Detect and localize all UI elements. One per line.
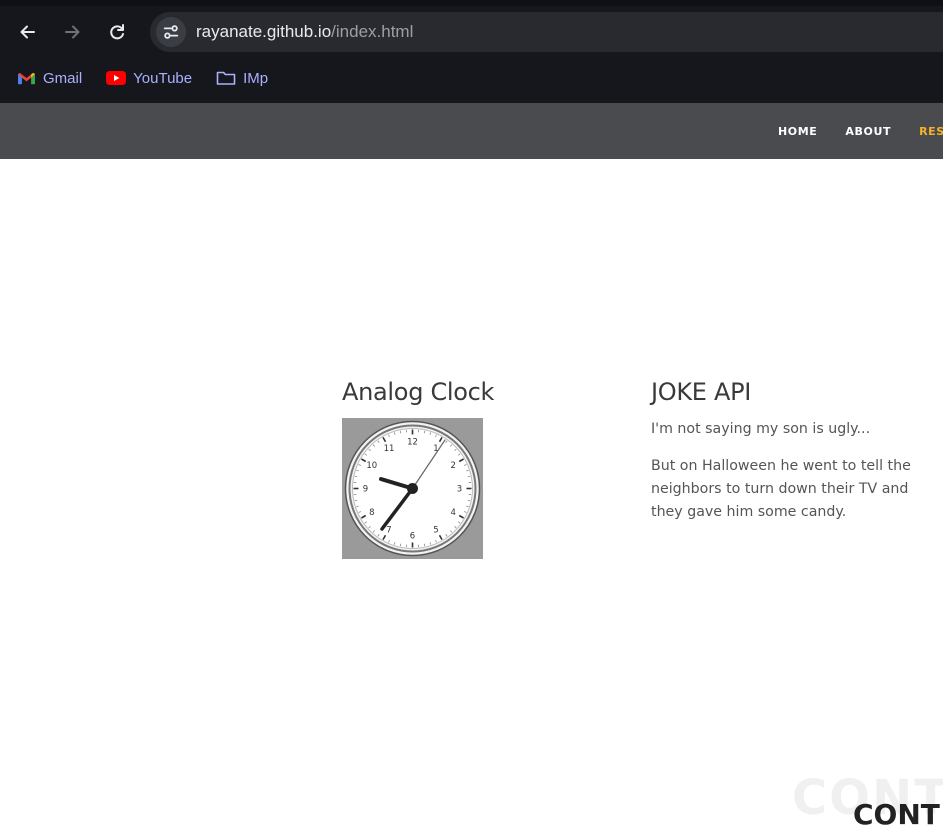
folder-icon: [216, 70, 236, 86]
bookmark-youtube[interactable]: YouTube: [106, 70, 192, 87]
bookmark-label: YouTube: [133, 70, 192, 87]
joke-punchline: But on Halloween he went to tell the nei…: [651, 455, 921, 524]
gmail-icon: [16, 70, 36, 86]
nav-links: HOME ABOUT RESU: [778, 103, 943, 159]
clock-numeral: 5: [433, 525, 438, 535]
clock-numeral: 4: [450, 508, 455, 518]
clock-numeral: 6: [410, 532, 415, 542]
youtube-icon: [106, 70, 126, 86]
clock-numeral: 12: [407, 438, 418, 448]
site-info-button[interactable]: [156, 17, 186, 47]
clock-numeral: 9: [363, 485, 368, 495]
nav-home-link[interactable]: HOME: [778, 125, 817, 138]
clock-tick: [468, 500, 470, 501]
nav-resume-link[interactable]: RESU: [919, 125, 943, 138]
forward-button[interactable]: [57, 17, 87, 47]
arrow-left-icon: [18, 22, 38, 42]
clock-title: Analog Clock: [342, 378, 602, 406]
nav-about-link[interactable]: ABOUT: [845, 125, 891, 138]
clock-numeral: 11: [384, 444, 395, 454]
arrow-right-icon: [62, 22, 82, 42]
bookmarks-bar: Gmail YouTube IMp: [0, 62, 943, 94]
contact-heading: CONT: [853, 798, 940, 831]
clock-tick: [424, 544, 425, 546]
address-bar[interactable]: rayanate.github.io/index.html: [150, 12, 943, 52]
url-text: rayanate.github.io/index.html: [196, 22, 413, 42]
tune-icon: [162, 23, 180, 41]
clock-numeral: 2: [450, 461, 455, 471]
clock-numeral: 8: [369, 508, 374, 518]
back-button[interactable]: [13, 17, 43, 47]
clock-tick: [355, 476, 357, 477]
clock-center-pin: [407, 483, 418, 494]
browser-toolbar: rayanate.github.io/index.html Gmail: [0, 0, 943, 103]
analog-clock: 121234567891011: [342, 418, 483, 559]
clock-tick: [424, 431, 425, 433]
reload-button[interactable]: [102, 17, 132, 47]
clock-numeral: 10: [366, 461, 377, 471]
clock-tick: [468, 476, 470, 477]
joke-setup: I'm not saying my son is ugly...: [651, 418, 921, 441]
clock-tick: [400, 544, 401, 546]
bookmark-label: IMp: [243, 70, 268, 87]
clock-tick: [355, 500, 357, 501]
joke-title: JOKE API: [651, 378, 921, 406]
tab-strip: [0, 0, 943, 6]
bookmark-label: Gmail: [43, 70, 82, 87]
reload-icon: [107, 22, 127, 42]
clock-numeral: 7: [386, 525, 391, 535]
clock-numeral: 3: [457, 485, 462, 495]
site-navbar: HOME ABOUT RESU: [0, 103, 943, 159]
bookmark-imp[interactable]: IMp: [216, 70, 268, 87]
bookmark-gmail[interactable]: Gmail: [16, 70, 82, 87]
clock-tick: [400, 431, 401, 433]
url-path: /index.html: [331, 22, 413, 41]
clock-section: Analog Clock 121234567891011: [342, 378, 602, 406]
joke-section: JOKE API I'm not saying my son is ugly..…: [651, 378, 921, 524]
clock-face: 121234567891011: [342, 418, 483, 559]
url-host: rayanate.github.io: [196, 22, 331, 41]
